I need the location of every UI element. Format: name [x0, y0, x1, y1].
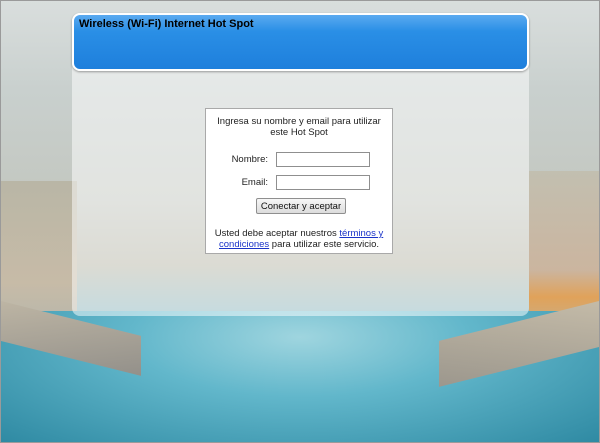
- login-instructions: Ingresa su nombre y email para utilizar …: [217, 116, 381, 138]
- name-input[interactable]: [276, 152, 370, 167]
- name-row: Nombre:: [206, 152, 392, 168]
- hotspot-container: Wireless (Wi-Fi) Internet Hot Spot Ingre…: [72, 13, 529, 316]
- email-label: Email:: [241, 177, 268, 188]
- email-input[interactable]: [276, 175, 370, 190]
- page-title: Wireless (Wi-Fi) Internet Hot Spot: [79, 18, 254, 30]
- terms-prefix: Usted debe aceptar nuestros: [214, 228, 340, 239]
- page-header: Wireless (Wi-Fi) Internet Hot Spot: [72, 13, 529, 71]
- email-row: Email:: [206, 175, 392, 191]
- connect-accept-button[interactable]: Conectar y aceptar: [256, 198, 346, 214]
- name-label: Nombre:: [231, 154, 268, 165]
- terms-notice: Usted debe aceptar nuestros términos y c…: [210, 228, 388, 250]
- login-panel: Ingresa su nombre y email para utilizar …: [205, 108, 393, 254]
- terms-suffix: para utilizar este servicio.: [269, 239, 379, 250]
